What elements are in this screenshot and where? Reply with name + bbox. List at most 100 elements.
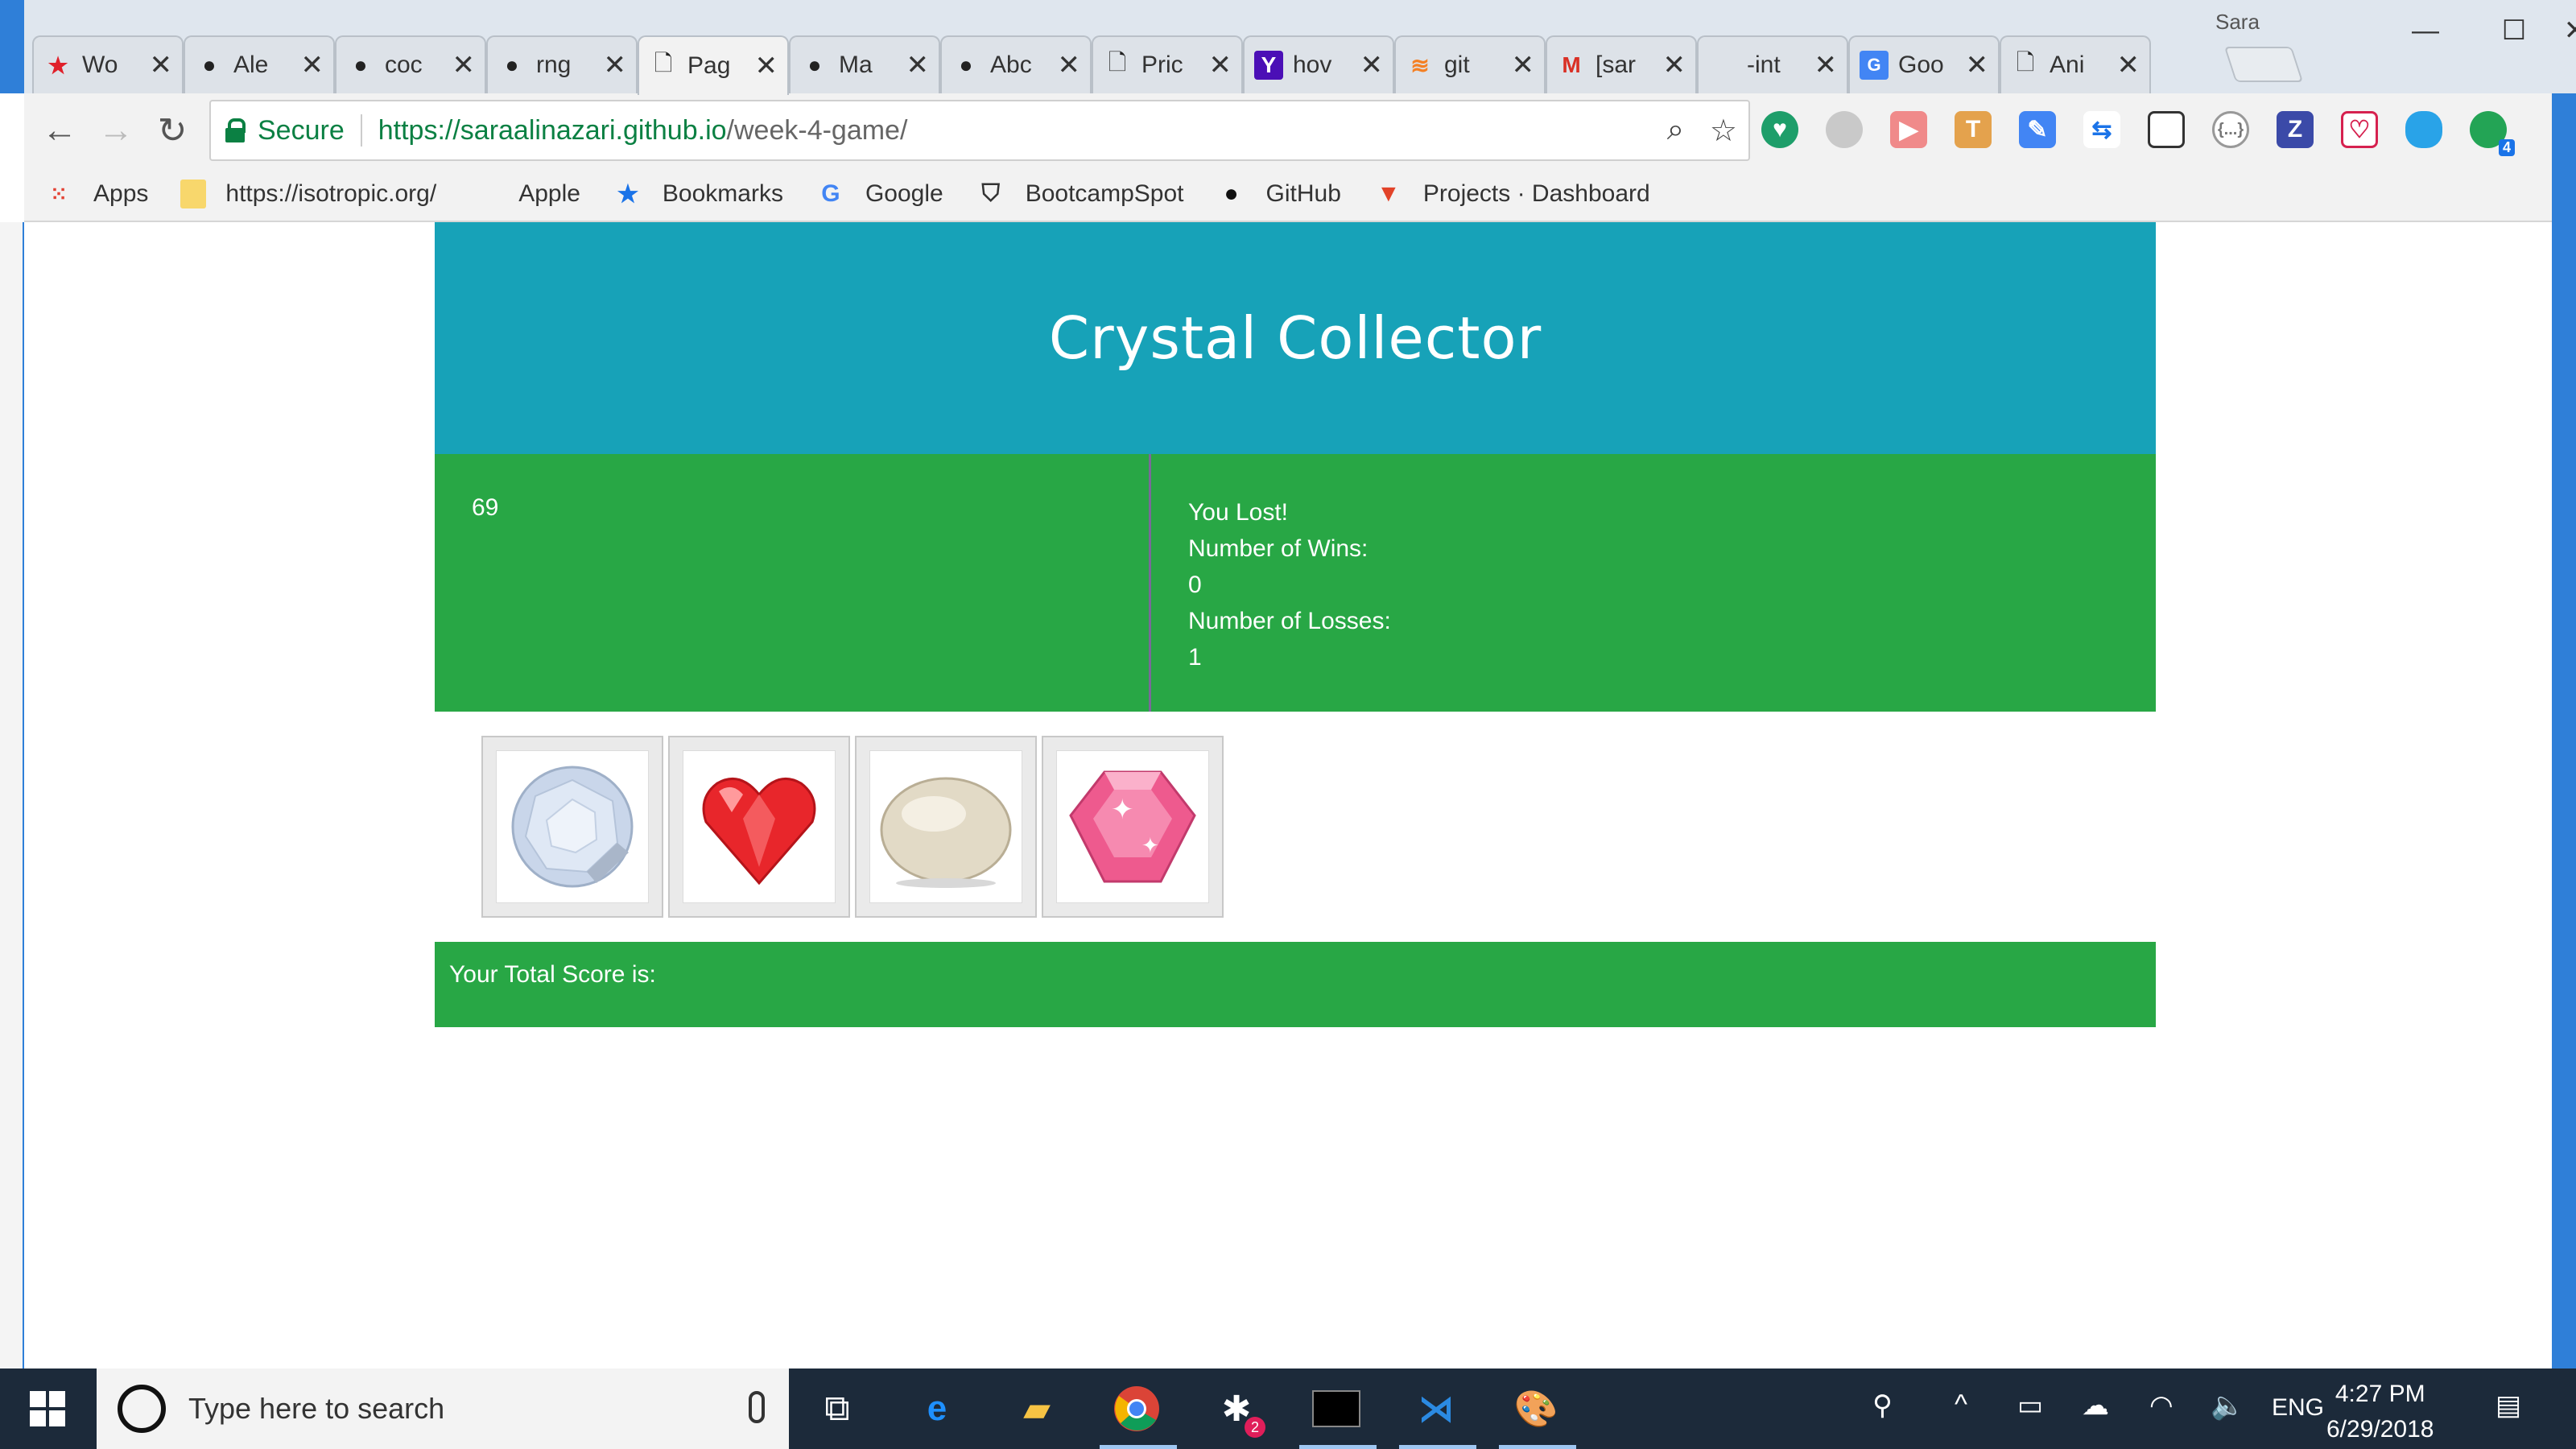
extension-json-icon[interactable]: {...} — [2212, 111, 2249, 148]
tab-goo[interactable]: G Goo ✕ — [1848, 35, 2000, 93]
microphone-icon[interactable] — [749, 1391, 765, 1423]
onedrive-icon[interactable]: ☁ — [2082, 1389, 2109, 1422]
crystal-frame — [869, 750, 1022, 903]
forward-arrow-icon[interactable]: → — [92, 106, 140, 155]
notification-badge: 2 — [1245, 1417, 1265, 1438]
extension-arrows-icon[interactable]: ⇆ — [2083, 111, 2120, 148]
close-icon[interactable]: ✕ — [2117, 49, 2140, 81]
zoom-icon[interactable]: ⌕ — [1667, 113, 1684, 147]
terminal-window — [1312, 1390, 1360, 1427]
people-icon[interactable]: ⚲ — [1872, 1389, 1893, 1422]
extension-cloud-icon[interactable] — [2405, 111, 2442, 148]
tab-int[interactable]: -int ✕ — [1697, 35, 1848, 93]
tab-pric[interactable]: 🗋 Pric ✕ — [1092, 35, 1243, 93]
close-icon[interactable]: ✕ — [150, 49, 173, 81]
close-icon[interactable]: ✕ — [604, 49, 627, 81]
reload-icon[interactable]: ↻ — [148, 106, 196, 155]
wifi-icon[interactable]: ◠ — [2149, 1389, 2174, 1422]
tab-coc[interactable]: ● coc ✕ — [335, 35, 486, 93]
tab-gmail[interactable]: M [sar ✕ — [1546, 35, 1697, 93]
back-arrow-icon[interactable]: ← — [35, 106, 84, 155]
tab-ale[interactable]: ● Ale ✕ — [184, 35, 335, 93]
chrome-logo — [1114, 1386, 1159, 1431]
bookmark-github[interactable]: ● GitHub — [1216, 179, 1340, 209]
bookmark-google[interactable]: G Google — [815, 179, 943, 209]
bookmark-apps[interactable]: ⁙ Apps — [43, 179, 148, 209]
apple-icon — [469, 179, 499, 209]
crystal-button-clear[interactable] — [481, 736, 663, 918]
tab-git[interactable]: ≋ git ✕ — [1394, 35, 1546, 93]
tab-wo[interactable]: ★ Wo ✕ — [32, 35, 184, 93]
tab-ma[interactable]: ● Ma ✕ — [789, 35, 940, 93]
tab-ani[interactable]: 🗋 Ani ✕ — [2000, 35, 2151, 93]
yahoo-icon: Y — [1254, 51, 1283, 80]
extension-heart-icon[interactable]: ♥ — [1761, 111, 1798, 148]
crystal-button-pearl[interactable] — [855, 736, 1037, 918]
bookmark-bookmarks[interactable]: ★ Bookmarks — [613, 179, 783, 209]
close-icon[interactable]: ✕ — [1966, 49, 1989, 81]
crystal-frame — [683, 750, 836, 903]
extension-z-icon[interactable]: Z — [2277, 111, 2314, 148]
extension-screenshot-icon[interactable] — [2148, 111, 2185, 148]
extension-circle-icon[interactable] — [1826, 111, 1863, 148]
language-indicator[interactable]: ENG — [2272, 1394, 2324, 1422]
terminal-icon[interactable] — [1311, 1383, 1362, 1435]
extension-hammer-icon[interactable]: T — [1955, 111, 1992, 148]
minimize-icon[interactable]: — — [2381, 14, 2470, 47]
extension-eyedropper-icon[interactable]: ✎ — [2019, 111, 2056, 148]
close-icon[interactable]: ✕ — [1058, 49, 1081, 81]
tab-hov[interactable]: Y hov ✕ — [1243, 35, 1394, 93]
task-view-icon[interactable]: ⧉ — [811, 1383, 863, 1435]
edge-icon[interactable]: e — [911, 1383, 963, 1435]
tab-abc[interactable]: ● Abc ✕ — [940, 35, 1092, 93]
slack-icon[interactable]: ✱ 2 — [1211, 1383, 1265, 1438]
close-icon[interactable]: ✕ — [1663, 49, 1686, 81]
chrome-icon[interactable] — [1111, 1383, 1162, 1435]
close-icon[interactable]: ✕ — [1209, 49, 1232, 81]
start-button[interactable] — [0, 1368, 95, 1449]
lock-icon — [225, 118, 246, 142]
extension-pocket-icon[interactable]: ♡ — [2341, 111, 2378, 148]
close-icon[interactable]: ✕ — [301, 49, 324, 81]
file-explorer-icon[interactable]: ▰ — [1011, 1383, 1063, 1435]
bookmark-apple[interactable]: Apple — [469, 179, 580, 209]
tab-title: Ale — [233, 52, 269, 78]
system-clock[interactable]: 4:27 PM 6/29/2018 — [2326, 1377, 2434, 1447]
battery-icon[interactable]: ▭ — [2017, 1389, 2043, 1422]
crystal-button-heart[interactable] — [668, 736, 850, 918]
bookmark-gitlab[interactable]: ▼ Projects · Dashboard — [1373, 179, 1650, 209]
bookmark-star-icon[interactable]: ☆ — [1710, 113, 1737, 149]
volume-muted-icon[interactable]: 🔈 — [2211, 1389, 2244, 1422]
extension-record-icon[interactable]: ▶ — [1890, 111, 1927, 148]
vscode-active-indicator — [1399, 1445, 1476, 1449]
close-icon[interactable]: ✕ — [1814, 49, 1838, 81]
web-page: Crystal Collector 69 You Lost! Number of… — [26, 222, 2552, 1368]
new-tab-button[interactable] — [2223, 47, 2304, 82]
address-bar[interactable]: Secure https://saraalinazari.github.io /… — [209, 100, 1750, 161]
tab-title: hov — [1293, 52, 1332, 78]
action-center-icon[interactable]: ▤ — [2496, 1389, 2521, 1422]
close-icon[interactable]: ✕ — [1512, 49, 1535, 81]
extension-grammarly-icon[interactable]: 4 — [2470, 111, 2515, 156]
profile-name[interactable]: Sara — [2215, 10, 2260, 35]
tab-rng[interactable]: ● rng ✕ — [486, 35, 638, 93]
close-window-icon[interactable]: ✕ — [2531, 14, 2576, 47]
github-icon: ● — [1224, 180, 1239, 207]
tab-title: [sar — [1596, 52, 1637, 78]
vscode-icon[interactable]: ⋊ — [1410, 1383, 1462, 1435]
url-host: https://saraalinazari.github.io — [378, 114, 727, 146]
bookmark-bootcampspot[interactable]: ⛉ BootcampSpot — [976, 179, 1183, 209]
tab-title: Abc — [990, 52, 1032, 78]
close-icon[interactable]: ✕ — [906, 49, 930, 81]
bookmark-isotropic[interactable]: https://isotropic.org/ — [180, 180, 436, 208]
show-hidden-icons-chevron[interactable]: ^ — [1955, 1389, 1967, 1421]
close-icon[interactable]: ✕ — [755, 50, 778, 82]
close-icon[interactable]: ✕ — [1360, 49, 1384, 81]
taskbar-search-box[interactable]: Type here to search — [97, 1368, 789, 1449]
crystal-button-pink[interactable]: ✦ ✦ — [1042, 736, 1224, 918]
losses-count: 1 — [1188, 644, 1202, 671]
close-icon[interactable]: ✕ — [452, 49, 476, 81]
tab-pag-active[interactable]: 🗋 Pag ✕ — [638, 35, 789, 95]
paint-icon[interactable]: 🎨 — [1510, 1383, 1562, 1435]
page-icon: 🗋 — [654, 51, 673, 76]
